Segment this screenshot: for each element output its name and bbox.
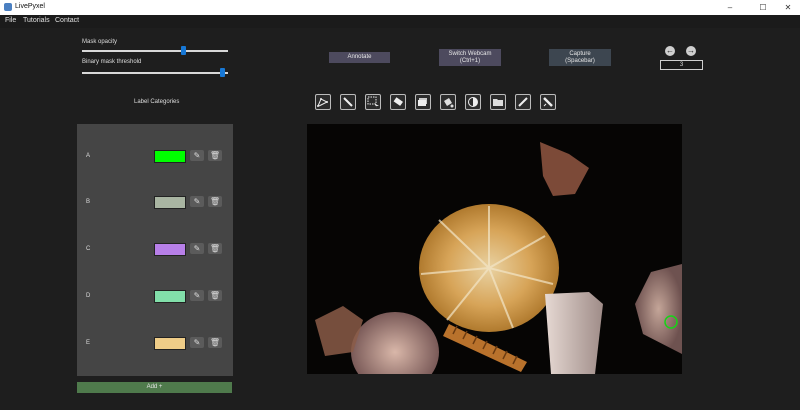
category-name: A <box>86 153 91 159</box>
edit-icon[interactable]: ✎ <box>190 150 204 161</box>
add-category-button[interactable]: Add + <box>77 382 232 393</box>
eraser-icon[interactable] <box>390 94 406 110</box>
bucket-icon[interactable] <box>440 94 456 110</box>
edit-icon[interactable]: ✎ <box>190 290 204 301</box>
layers-icon[interactable] <box>415 94 431 110</box>
edit-icon[interactable]: ✎ <box>190 337 204 348</box>
trash-icon[interactable]: 🗑 <box>208 150 222 161</box>
select-cursor-icon[interactable] <box>365 94 381 110</box>
annotate-label: Annotate <box>347 54 372 60</box>
close-button[interactable]: ✕ <box>776 2 800 13</box>
minimize-button[interactable]: – <box>718 2 742 13</box>
category-color-swatch[interactable] <box>154 196 186 209</box>
category-color-swatch[interactable] <box>154 337 186 350</box>
mask-opacity-label: Mask opacity <box>82 39 118 45</box>
folder-icon[interactable] <box>490 94 506 110</box>
capture-label: Capture <box>569 50 591 57</box>
brush-icon[interactable] <box>340 94 356 110</box>
mask-opacity-handle[interactable] <box>180 46 186 55</box>
category-color-swatch[interactable] <box>154 290 186 303</box>
menu-contact[interactable]: Contact <box>55 17 79 24</box>
mask-opacity-slider[interactable] <box>82 50 228 52</box>
menu-file[interactable]: File <box>5 17 16 24</box>
arrow-left-icon[interactable]: ← <box>665 46 675 56</box>
binary-threshold-handle[interactable] <box>220 68 226 77</box>
trash-icon[interactable]: 🗑 <box>208 243 222 254</box>
label-categories-panel: A ✎ 🗑 B ✎ 🗑 C ✎ 🗑 D ✎ 🗑 E ✎ 🗑 <box>77 124 233 376</box>
maximize-button[interactable]: ☐ <box>751 2 775 13</box>
category-color-swatch[interactable] <box>154 243 186 256</box>
menu-tutorials[interactable]: Tutorials <box>23 17 50 24</box>
switch-webcam-label: Switch Webcam <box>448 50 492 57</box>
switch-webcam-shortcut: (Ctrl+1) <box>459 57 481 64</box>
arrow-right-icon[interactable]: → <box>686 46 696 56</box>
category-color-swatch[interactable] <box>154 150 186 163</box>
label-categories-title: Label Categories <box>134 99 180 105</box>
trash-icon[interactable]: 🗑 <box>208 196 222 207</box>
window-title: LivePyxel <box>15 3 45 10</box>
category-name: D <box>86 293 91 299</box>
trash-icon[interactable]: 🗑 <box>208 337 222 348</box>
contrast-icon[interactable] <box>465 94 481 110</box>
polygon-icon[interactable] <box>315 94 331 110</box>
category-name: C <box>86 246 91 252</box>
image-viewer[interactable] <box>307 124 682 374</box>
pen-icon[interactable] <box>515 94 531 110</box>
trash-icon[interactable]: 🗑 <box>208 290 222 301</box>
annotate-button[interactable]: Annotate <box>329 52 390 63</box>
edit-icon[interactable]: ✎ <box>190 196 204 207</box>
slash-brush-icon[interactable] <box>540 94 556 110</box>
microscope-image <box>307 124 682 374</box>
image-counter[interactable]: 3 <box>660 60 703 70</box>
category-name: B <box>86 199 91 205</box>
binary-threshold-slider[interactable] <box>82 72 228 74</box>
capture-shortcut: (Spacebar) <box>565 57 595 64</box>
edit-icon[interactable]: ✎ <box>190 243 204 254</box>
switch-webcam-button[interactable]: Switch Webcam (Ctrl+1) <box>439 49 501 66</box>
capture-button[interactable]: Capture (Spacebar) <box>549 49 611 66</box>
category-name: E <box>86 340 91 346</box>
title-bar: LivePyxel – ☐ ✕ <box>0 0 800 15</box>
app-icon <box>4 3 12 11</box>
binary-threshold-label: Binary mask threshold <box>82 59 142 65</box>
menu-bar: File Tutorials Contact <box>0 15 800 28</box>
